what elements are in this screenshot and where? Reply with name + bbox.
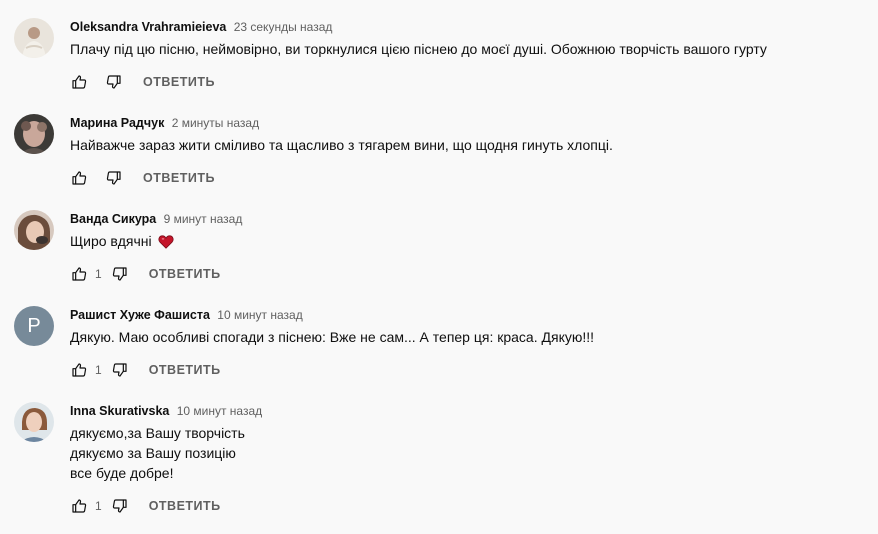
- comment-toolbar: ОТВЕТИТЬ: [70, 72, 215, 92]
- thumb-down-icon[interactable]: [105, 169, 123, 187]
- like-count: 1: [95, 363, 102, 377]
- thumb-up-icon[interactable]: [70, 169, 88, 187]
- like-count: 1: [95, 499, 102, 513]
- avatar[interactable]: [14, 210, 54, 250]
- comment-header: Inna Skurativska 10 минут назад: [70, 402, 262, 420]
- comment-line: дякуємо за Вашу позицію: [70, 445, 236, 461]
- author-name[interactable]: Марина Радчук: [70, 116, 164, 130]
- thumb-down-icon[interactable]: [111, 361, 129, 379]
- author-name[interactable]: Ванда Сикура: [70, 212, 156, 226]
- reply-button[interactable]: ОТВЕТИТЬ: [143, 171, 215, 185]
- reply-button[interactable]: ОТВЕТИТЬ: [149, 363, 221, 377]
- thumb-up-icon[interactable]: [70, 497, 88, 515]
- like-count: 1: [95, 267, 102, 281]
- comment-timestamp[interactable]: 10 минут назад: [177, 404, 262, 418]
- comment-toolbar: 1 ОТВЕТИТЬ: [70, 264, 221, 284]
- reply-button[interactable]: ОТВЕТИТЬ: [143, 75, 215, 89]
- avatar[interactable]: [14, 18, 54, 58]
- comment-line: Щиро вдячні: [70, 231, 174, 254]
- reply-button[interactable]: ОТВЕТИТЬ: [149, 267, 221, 281]
- comment-timestamp[interactable]: 2 минуты назад: [172, 116, 259, 130]
- comment-toolbar: ОТВЕТИТЬ: [70, 168, 215, 188]
- comment-line: Плачу під цю пісню, неймовірно, ви торкн…: [70, 41, 767, 57]
- comment-timestamp[interactable]: 10 минут назад: [217, 308, 302, 322]
- thumb-up-icon[interactable]: [70, 361, 88, 379]
- comment-line-text: Щиро вдячні: [70, 233, 152, 249]
- thumb-up-icon[interactable]: [70, 73, 88, 91]
- comment-text: Щиро вдячні: [70, 231, 174, 254]
- comment-timestamp[interactable]: 23 секунды назад: [234, 20, 333, 34]
- reply-button[interactable]: ОТВЕТИТЬ: [149, 499, 221, 513]
- comment-toolbar: 1 ОТВЕТИТЬ: [70, 496, 221, 516]
- avatar[interactable]: P: [14, 306, 54, 346]
- avatar[interactable]: [14, 114, 54, 154]
- comment-line: Дякую. Маю особливі спогади з піснею: Вж…: [70, 329, 595, 345]
- comments-section: Oleksandra Vrahramieieva 23 секунды наза…: [0, 0, 878, 534]
- comment-text: дякуємо,за Вашу творчість дякуємо за Ваш…: [70, 423, 245, 483]
- comment-line: Найважче зараз жити сміливо та щасливо з…: [70, 137, 613, 153]
- author-name[interactable]: Oleksandra Vrahramieieva: [70, 20, 226, 34]
- thumb-down-icon[interactable]: [105, 73, 123, 91]
- author-name[interactable]: Inna Skurativska: [70, 404, 169, 418]
- comment-text: Дякую. Маю особливі спогади з піснею: Вж…: [70, 327, 594, 347]
- thumb-down-icon[interactable]: [111, 497, 129, 515]
- avatar[interactable]: [14, 402, 54, 442]
- comment-header: Ванда Сикура 9 минут назад: [70, 210, 242, 228]
- thumb-down-icon[interactable]: [111, 265, 129, 283]
- comment-header: Рашист Хуже Фашиста 10 минут назад: [70, 306, 303, 324]
- author-name[interactable]: Рашист Хуже Фашиста: [70, 308, 210, 322]
- comment-header: Oleksandra Vrahramieieva 23 секунды наза…: [70, 18, 332, 36]
- comment-line: дякуємо,за Вашу творчість: [70, 425, 245, 441]
- comment-timestamp[interactable]: 9 минут назад: [164, 212, 243, 226]
- heart-emoji-icon: [158, 234, 174, 254]
- comment-header: Марина Радчук 2 минуты назад: [70, 114, 259, 132]
- comment-text: Плачу під цю пісню, неймовірно, ви торкн…: [70, 39, 767, 59]
- thumb-up-icon[interactable]: [70, 265, 88, 283]
- comment-line: все буде добре!: [70, 465, 174, 481]
- comment-text: Найважче зараз жити сміливо та щасливо з…: [70, 135, 613, 155]
- comment-toolbar: 1 ОТВЕТИТЬ: [70, 360, 221, 380]
